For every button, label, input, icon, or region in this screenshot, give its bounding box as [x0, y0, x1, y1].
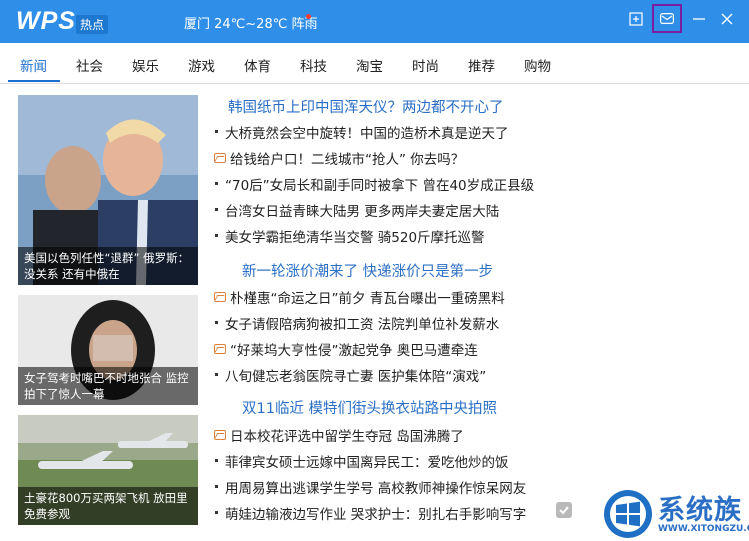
tab-games[interactable]: 游戏	[188, 55, 215, 75]
bullet-icon	[214, 484, 220, 490]
tab-society[interactable]: 社会	[76, 55, 103, 75]
news-thumbnail-3[interactable]: 土豪花800万买两架飞机 放田里免费参观	[18, 415, 198, 525]
mail-icon	[660, 13, 674, 24]
category-tabs: 新闻 社会 娱乐 游戏 体育 科技 淘宝 时尚 推荐 购物	[0, 43, 749, 84]
headline-1[interactable]: 韩国纸币上印中国浑天仪？两边都不开心了	[228, 96, 504, 117]
thumbnail-caption-3: 土豪花800万买两架飞机 放田里免费参观	[18, 487, 198, 525]
list-item[interactable]: 给钱给户口！二线城市“抢人” 你去吗？	[214, 148, 464, 168]
tab-taobao[interactable]: 淘宝	[356, 55, 383, 75]
bullet-icon	[214, 207, 220, 213]
new-window-icon	[629, 12, 643, 26]
wps-logo: WPS	[16, 7, 76, 35]
tab-recommend[interactable]: 推荐	[468, 55, 495, 75]
thumbnail-caption-2: 女子驾考时嘴巴不时地张合 监控拍下了惊人一幕	[18, 367, 198, 405]
mail-button[interactable]	[652, 4, 682, 33]
headline-3[interactable]: 双11临近 模特们街头换衣站路中央拍照	[242, 397, 497, 418]
new-window-button[interactable]	[625, 8, 647, 30]
list-item[interactable]: 美女学霸拒绝清华当交警 骑520斤摩托巡警	[214, 226, 485, 246]
tab-fashion[interactable]: 时尚	[412, 55, 439, 75]
tab-shopping[interactable]: 购物	[524, 55, 551, 75]
notification-dot	[306, 14, 311, 19]
tab-tech[interactable]: 科技	[300, 55, 327, 75]
bullet-icon	[214, 233, 220, 239]
list-item[interactable]: 朴槿惠“命运之日”前夕 青瓦台曝出一重磅黑料	[214, 287, 505, 307]
list-item[interactable]: 台湾女日益青睐大陆男 更多两岸夫妻定居大陆	[214, 200, 499, 220]
windows-logo-icon	[604, 490, 652, 538]
list-item[interactable]: 女子请假陪病狗被扣工资 法院判单位补发薪水	[214, 313, 499, 333]
picture-icon	[214, 344, 226, 354]
news-thumbnail-1[interactable]: 美国以色列任性“退群” 俄罗斯：没关系 还有中俄在	[18, 95, 198, 285]
close-button[interactable]	[716, 8, 738, 30]
list-item[interactable]: 用周易算出逃课学生学号 高校教师神操作惊呆网友	[214, 477, 526, 497]
list-item[interactable]: 大桥竟然会空中旋转！中国的造桥术真是逆天了	[214, 122, 509, 142]
list-item[interactable]: 日本校花评选中留学生夺冠 岛国沸腾了	[214, 425, 464, 445]
bullet-icon	[214, 320, 220, 326]
picture-icon	[214, 430, 226, 440]
tab-entertainment[interactable]: 娱乐	[132, 55, 159, 75]
bullet-icon	[214, 129, 220, 135]
weather-text[interactable]: 厦门 24℃~28℃ 阵雨	[184, 13, 317, 32]
thumbnail-caption-1: 美国以色列任性“退群” 俄罗斯：没关系 还有中俄在	[18, 247, 198, 285]
list-item[interactable]: “好莱坞大亨性侵”激起党争 奥巴马遭牵连	[214, 339, 478, 359]
list-item[interactable]: “70后”女局长和副手同时被拿下 曾在40岁成正县级	[214, 174, 534, 194]
active-tab-indicator	[8, 80, 60, 82]
watermark-text: 系统族	[658, 495, 742, 526]
hot-badge: 热点	[76, 15, 109, 34]
headline-2[interactable]: 新一轮涨价潮来了 快递涨价只是第一步	[242, 260, 493, 281]
feedback-icon[interactable]	[555, 501, 573, 519]
close-icon	[721, 13, 733, 25]
picture-icon	[214, 292, 226, 302]
list-item[interactable]: 菲律宾女硕士远嫁中国离异民工：爱吃他炒的饭	[214, 451, 509, 471]
bullet-icon	[214, 181, 220, 187]
list-item[interactable]: 萌娃边输液边写作业 哭求护士：别扎右手影响写字	[214, 503, 526, 523]
title-bar: WPS 热点 厦门 24℃~28℃ 阵雨	[0, 0, 749, 43]
bullet-icon	[214, 372, 220, 378]
bullet-icon	[214, 510, 220, 516]
bullet-icon	[214, 458, 220, 464]
watermark-url: WWW.XITONGZU.COM	[658, 524, 749, 534]
picture-icon	[214, 153, 226, 163]
news-thumbnail-2[interactable]: 女子驾考时嘴巴不时地张合 监控拍下了惊人一幕	[18, 295, 198, 405]
tab-news[interactable]: 新闻	[20, 55, 47, 75]
minimize-icon	[693, 18, 705, 20]
site-watermark: 系统族 WWW.XITONGZU.COM	[600, 486, 749, 541]
list-item[interactable]: 八旬健忘老翁医院寻亡妻 医护集体陪“演戏”	[214, 365, 486, 385]
tab-sports[interactable]: 体育	[244, 55, 271, 75]
minimize-button[interactable]	[688, 8, 710, 30]
